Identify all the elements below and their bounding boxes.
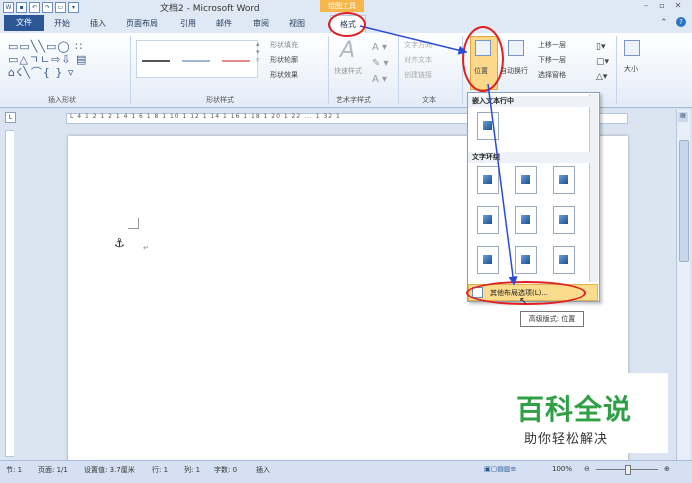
watermark-title: 百科全说 (516, 393, 633, 426)
arrow-format-to-position (359, 25, 468, 55)
format-tab-highlight-ring (328, 12, 366, 37)
watermark-subtitle: 助你轻松解决 (524, 432, 609, 447)
arrow-position-to-more-options (487, 83, 518, 286)
